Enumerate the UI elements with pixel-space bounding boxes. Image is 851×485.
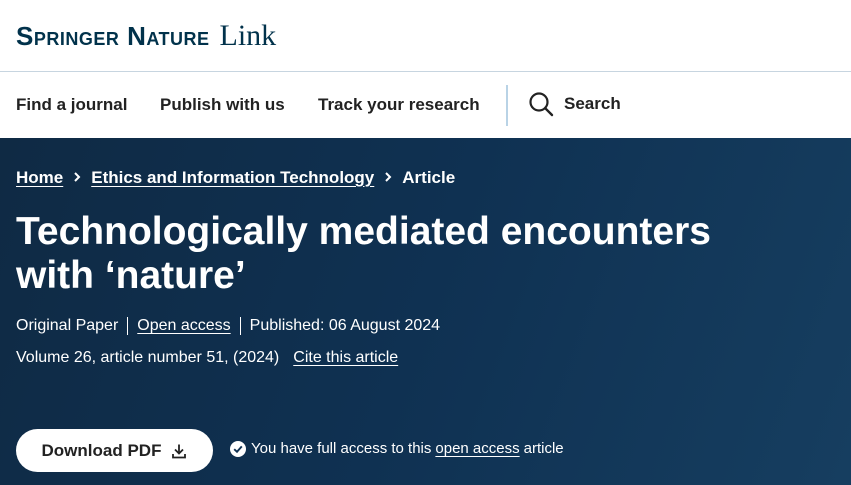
article-meta: Original Paper Open access Published: 06… bbox=[16, 317, 440, 335]
meta-separator bbox=[239, 317, 241, 335]
search-label: Search bbox=[564, 94, 621, 113]
access-open-access-link[interactable]: open access bbox=[435, 440, 519, 457]
check-circle-icon bbox=[230, 440, 246, 457]
nav-divider bbox=[506, 85, 508, 126]
article-type: Original Paper bbox=[16, 317, 119, 334]
nav-track-research[interactable]: Track your research bbox=[318, 95, 480, 115]
access-notice: You have full access to this open access… bbox=[230, 440, 564, 457]
article-citation-meta: Volume 26, article number 51, (2024) Cite… bbox=[16, 349, 398, 367]
volume-info: Volume 26, article number 51, (2024) bbox=[16, 349, 280, 366]
springer-nature-link-logo[interactable]: Springer Nature Link bbox=[16, 19, 276, 53]
logo-link-text: Link bbox=[219, 19, 277, 52]
breadcrumb-home[interactable]: Home bbox=[16, 168, 63, 188]
logo-brand-text: Springer Nature bbox=[16, 21, 210, 51]
meta-separator bbox=[127, 317, 129, 335]
chevron-right-icon bbox=[72, 168, 82, 188]
download-pdf-label: Download PDF bbox=[41, 440, 162, 460]
chevron-right-icon bbox=[383, 168, 393, 188]
download-pdf-button[interactable]: Download PDF bbox=[16, 429, 213, 472]
download-icon bbox=[172, 444, 187, 458]
cite-article-link[interactable]: Cite this article bbox=[293, 349, 398, 366]
breadcrumb-current: Article bbox=[402, 168, 456, 187]
site-header: Springer Nature Link bbox=[0, 0, 851, 72]
article-hero: Home Ethics and Information Technology A… bbox=[0, 138, 851, 485]
breadcrumb: Home Ethics and Information Technology A… bbox=[16, 168, 455, 188]
article-title: Technologically mediated encounters with… bbox=[16, 210, 711, 297]
search-icon bbox=[529, 92, 554, 117]
nav-publish-with-us[interactable]: Publish with us bbox=[160, 95, 285, 115]
open-access-link[interactable]: Open access bbox=[137, 317, 230, 335]
nav-find-journal[interactable]: Find a journal bbox=[16, 95, 127, 115]
access-prefix: You have full access to this bbox=[251, 440, 432, 457]
main-nav: Find a journal Publish with us Track you… bbox=[0, 73, 851, 138]
access-suffix: article bbox=[523, 440, 564, 457]
breadcrumb-journal[interactable]: Ethics and Information Technology bbox=[91, 168, 374, 188]
published-date: Published: 06 August 2024 bbox=[249, 317, 441, 334]
search-button[interactable]: Search bbox=[528, 91, 621, 117]
